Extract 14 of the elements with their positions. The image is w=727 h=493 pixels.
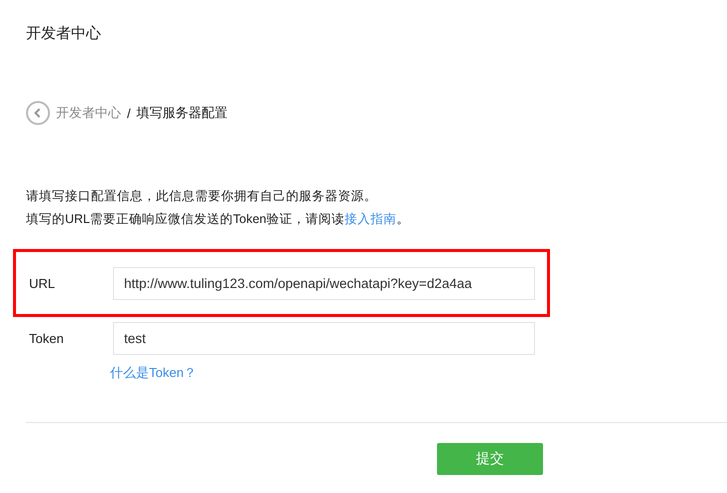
input-field[interactable]: test	[113, 322, 535, 355]
field-label: URL	[29, 276, 56, 290]
breadcrumb-link[interactable]: 开发者中心	[56, 104, 121, 122]
breadcrumb-current: 填写服务器配置	[136, 104, 228, 122]
submit-button[interactable]: 提交	[437, 443, 543, 475]
breadcrumb-separator: /	[127, 106, 131, 120]
field-label: Token	[29, 331, 65, 346]
intro-text: 请填写接口配置信息，此信息需要你拥有自己的服务器资源。	[26, 188, 378, 205]
back-icon[interactable]	[26, 101, 50, 125]
input-field[interactable]: http://www.tuling123.com/openapi/wechatapi?key=d2a4aa	[113, 266, 535, 300]
guide-link[interactable]: 接入指南	[344, 212, 396, 226]
intro-text: 填写的URL需要正确响应微信发送的Token验证，请阅读接入指南。	[26, 211, 410, 228]
page-title: 开发者中心	[26, 24, 102, 44]
help-link[interactable]: 什么是Token？	[110, 364, 197, 382]
